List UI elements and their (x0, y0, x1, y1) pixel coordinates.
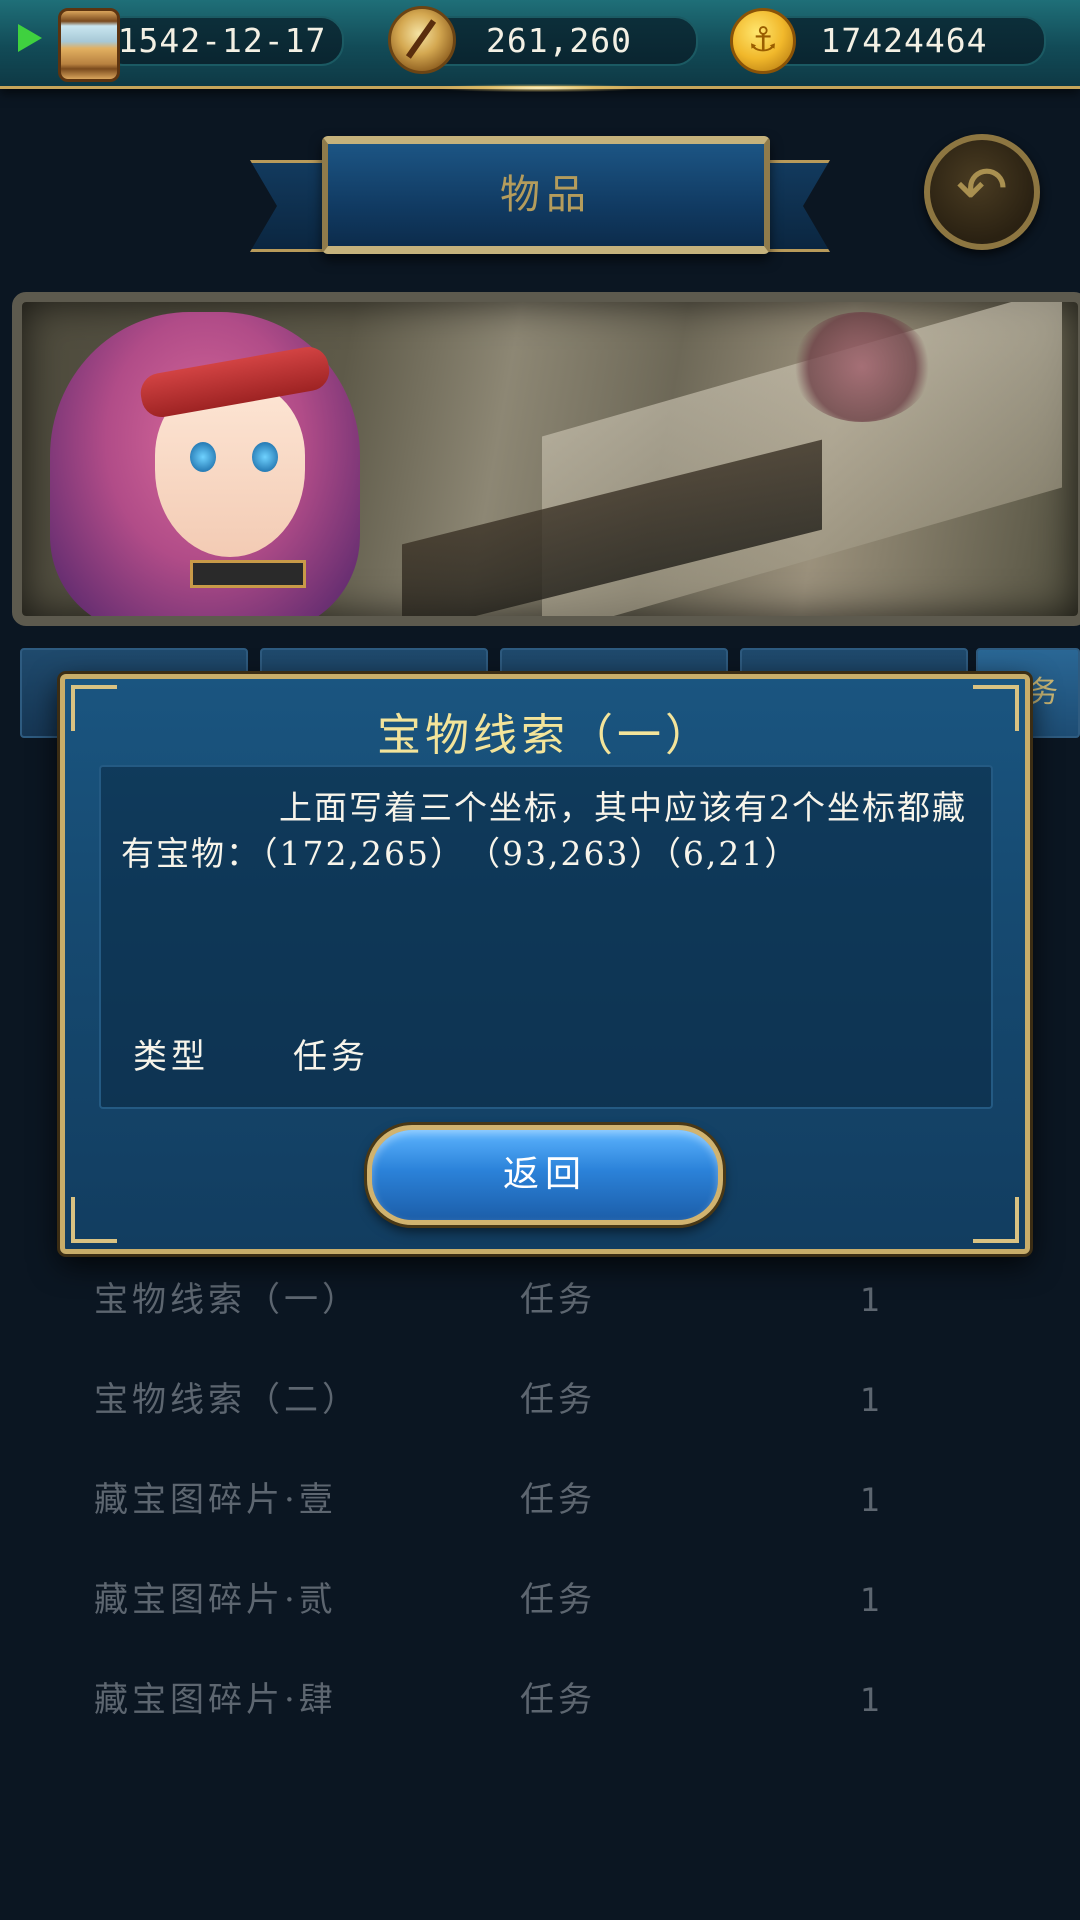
compass-icon (388, 6, 456, 74)
item-description: 上面写着三个坐标，其中应该有2个坐标都藏有宝物：（172,265） （93,26… (121, 788, 967, 873)
resource-bar: 1542-12-17 261,260 17424464 ⚓ (0, 0, 1080, 92)
item-type: 任务 (520, 1580, 596, 1620)
return-button[interactable]: 返回 (367, 1125, 723, 1225)
harbor-scene (12, 292, 1080, 626)
item-type: 任务 (520, 1680, 596, 1720)
list-item[interactable]: 宝物线索（一） 任务 1 (0, 1250, 1080, 1350)
item-quantity: 1 (860, 1581, 881, 1619)
item-name: 藏宝图碎片·肆 (94, 1680, 337, 1720)
list-item[interactable]: 宝物线索（二） 任务 1 (0, 1350, 1080, 1450)
dialog-corner-ornament (71, 1197, 117, 1243)
hourglass-icon (58, 8, 120, 82)
item-quantity: 1 (860, 1381, 881, 1419)
list-item[interactable]: 藏宝图碎片·贰 任务 1 (0, 1550, 1080, 1650)
scene-flowers (792, 312, 932, 422)
character-portrait (40, 302, 370, 616)
item-name: 宝物线索（一） (94, 1280, 360, 1320)
gold-display: 17424464 (762, 16, 1046, 66)
item-quantity: 1 (860, 1681, 881, 1719)
type-value: 任务 (293, 1037, 369, 1077)
item-quantity: 1 (860, 1481, 881, 1519)
page-title: 物品 (322, 136, 770, 254)
item-quantity: 1 (860, 1281, 881, 1319)
list-item[interactable]: 藏宝图碎片·壹 任务 1 (0, 1450, 1080, 1550)
date-display: 1542-12-17 (100, 16, 344, 66)
item-name: 藏宝图碎片·壹 (94, 1480, 337, 1520)
item-type: 任务 (520, 1280, 596, 1320)
item-name: 宝物线索（二） (94, 1380, 360, 1420)
supplies-display: 261,260 (420, 16, 698, 66)
anchor-coin-icon: ⚓ (730, 8, 796, 74)
portrait-collar (190, 560, 306, 588)
dialog-title: 宝物线索（一） (377, 710, 713, 761)
back-button[interactable]: ↶ (924, 134, 1040, 250)
item-type: 任务 (520, 1380, 596, 1420)
item-description-box: 上面写着三个坐标，其中应该有2个坐标都藏有宝物：（172,265） （93,26… (99, 765, 993, 1109)
item-name: 藏宝图碎片·贰 (94, 1580, 337, 1620)
back-arrow-icon: ↶ (956, 152, 1008, 225)
item-detail-dialog: 宝物线索（一） 上面写着三个坐标，其中应该有2个坐标都藏有宝物：（172,265… (60, 674, 1030, 1254)
type-label: 类型 (133, 1037, 209, 1077)
play-icon[interactable] (18, 24, 42, 52)
portrait-eye-left (190, 442, 216, 472)
bar-glow (440, 84, 640, 92)
portrait-eye-right (252, 442, 278, 472)
list-item[interactable]: 藏宝图碎片·肆 任务 1 (0, 1650, 1080, 1750)
dialog-corner-ornament (973, 1197, 1019, 1243)
item-type: 任务 (520, 1480, 596, 1520)
